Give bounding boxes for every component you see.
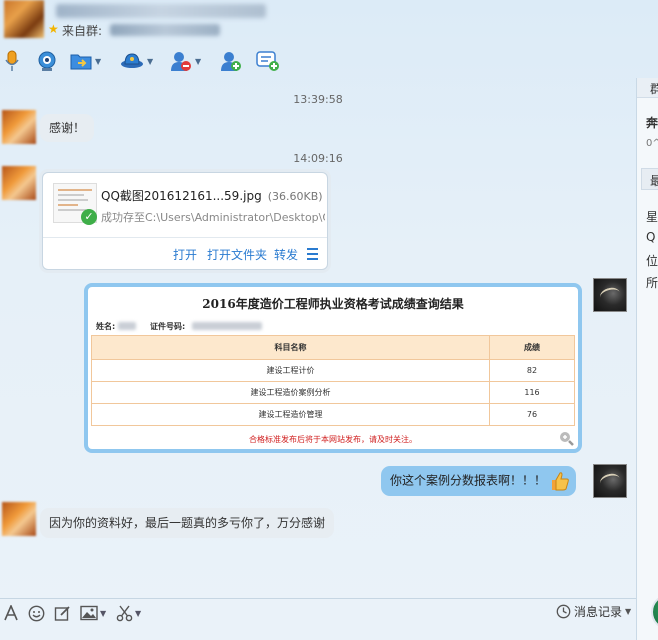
open-file-link[interactable]: 打开 bbox=[173, 246, 197, 263]
folder-icon bbox=[70, 54, 92, 70]
user-add-icon bbox=[221, 52, 241, 71]
message-add-icon bbox=[256, 51, 279, 71]
chat-toolbar: ▼ ▼ ▼ bbox=[0, 44, 300, 78]
add-member-button[interactable] bbox=[220, 50, 242, 72]
image-title: 2016年度造价工程师执业资格考试成绩查询结果 bbox=[202, 297, 464, 311]
file-size: (36.60KB) bbox=[267, 190, 323, 203]
side-panel-text: Q bbox=[646, 230, 656, 244]
image-note: 合格标准发布后将于本网站发布，请及时关注。 bbox=[249, 435, 417, 444]
divider bbox=[43, 237, 327, 238]
chevron-down-icon[interactable]: ▼ bbox=[147, 57, 153, 66]
table-cell: 建设工程造价管理 bbox=[91, 403, 490, 426]
video-call-button[interactable] bbox=[36, 50, 58, 72]
side-panel-tab[interactable]: 群 bbox=[637, 78, 658, 98]
floating-circle-button[interactable] bbox=[651, 594, 658, 630]
chevron-down-icon[interactable]: ▼ bbox=[625, 607, 631, 616]
group-side-panel: 群 奔 0^ 最 星 Q 位 所 bbox=[636, 78, 658, 640]
camera-icon bbox=[38, 51, 56, 71]
hat-icon bbox=[121, 53, 143, 68]
message-text: 你这个案例分数报表啊！！！ bbox=[390, 473, 547, 488]
table-cell: 116 bbox=[489, 381, 575, 404]
file-name: QQ截图201612161...59.jpg (36.60KB) bbox=[101, 187, 323, 204]
table-row: 建设工程计价 82 bbox=[91, 359, 575, 382]
table-cell: 建设工程计价 bbox=[91, 359, 490, 382]
message-bubble: 你这个案例分数报表啊！！！ bbox=[381, 466, 577, 496]
message-bubble: 因为你的资料好，最后一题真的多亏你了，万分感谢 bbox=[40, 508, 335, 538]
chevron-down-icon[interactable]: ▼ bbox=[195, 57, 201, 66]
table-cell: 建设工程造价案例分析 bbox=[91, 381, 490, 404]
my-avatar[interactable] bbox=[593, 278, 627, 312]
microphone-icon bbox=[5, 50, 19, 71]
screenshot-button[interactable]: ▼ bbox=[116, 603, 141, 623]
voice-call-button[interactable] bbox=[4, 50, 20, 72]
table-row: 建设工程造价管理 76 bbox=[91, 403, 575, 426]
timestamp: 14:09:16 bbox=[293, 152, 343, 165]
group-avatar[interactable] bbox=[4, 0, 44, 38]
chat-header: ★ 来自群: ▼ ▼ ▼ bbox=[0, 0, 658, 78]
name-blurred bbox=[118, 322, 136, 330]
side-panel-text: 位 bbox=[646, 254, 658, 268]
history-label: 消息记录 bbox=[574, 605, 623, 619]
chevron-down-icon[interactable]: ▼ bbox=[100, 609, 106, 618]
side-panel-text: 所 bbox=[646, 276, 658, 290]
send-file-button[interactable]: ▼ bbox=[70, 50, 101, 72]
font-icon bbox=[4, 605, 18, 621]
star-icon: ★ bbox=[48, 22, 59, 36]
sender-avatar[interactable] bbox=[2, 110, 36, 144]
score-table: 科目名称 成绩 建设工程计价 82 建设工程造价案例分析 116 建设工程造价管… bbox=[91, 335, 575, 426]
file-message-card[interactable]: ✓ QQ截图201612161...59.jpg (36.60KB) 成功存至C:… bbox=[42, 172, 328, 270]
group-apps-button[interactable] bbox=[256, 50, 280, 72]
sender-avatar[interactable] bbox=[2, 502, 36, 536]
my-avatar[interactable] bbox=[593, 464, 627, 498]
pencil-square-icon bbox=[54, 605, 70, 621]
image-button[interactable]: ▼ bbox=[80, 603, 106, 623]
edit-button[interactable] bbox=[54, 603, 71, 623]
input-toolbar: ▼ ▼ 消息记录 ▼ bbox=[0, 598, 636, 640]
file-save-status: 成功存至C:\Users\Administrator\Desktop\QQ... bbox=[101, 211, 325, 224]
font-button[interactable] bbox=[4, 603, 18, 623]
clock-icon bbox=[556, 604, 571, 619]
column-header: 科目名称 bbox=[91, 335, 490, 360]
file-name-text: QQ截图201612161...59.jpg bbox=[101, 189, 262, 203]
open-folder-link[interactable]: 打开文件夹 bbox=[207, 246, 267, 263]
side-panel-tab-label: 群 bbox=[650, 82, 658, 96]
source-prefix: 来自群: bbox=[62, 24, 103, 38]
side-panel-button-label: 最 bbox=[650, 174, 658, 188]
image-message[interactable]: 2016年度造价工程师执业资格考试成绩查询结果 姓名: 证件号码: 科目名称 成… bbox=[84, 283, 582, 453]
chevron-down-icon[interactable]: ▼ bbox=[95, 57, 101, 66]
id-blurred bbox=[192, 322, 262, 330]
more-menu-icon[interactable] bbox=[307, 248, 318, 263]
remove-member-button[interactable]: ▼ bbox=[170, 50, 201, 72]
remote-assist-button[interactable]: ▼ bbox=[120, 50, 153, 72]
column-header: 成绩 bbox=[489, 335, 575, 360]
side-panel-text: 0^ bbox=[646, 138, 658, 149]
source-group-blurred bbox=[110, 24, 220, 36]
side-panel-button[interactable]: 最 bbox=[641, 168, 658, 190]
table-cell: 76 bbox=[489, 403, 575, 426]
message-list[interactable]: 13:39:58 感谢！ 14:09:16 ✓ QQ截图201612161...… bbox=[0, 78, 636, 598]
side-panel-text: 奔 bbox=[646, 116, 658, 130]
sender-avatar[interactable] bbox=[2, 166, 36, 200]
id-label: 证件号码: bbox=[150, 322, 186, 331]
smiley-icon bbox=[28, 605, 45, 621]
message-bubble: 感谢！ bbox=[40, 114, 95, 142]
name-label: 姓名: bbox=[96, 322, 116, 331]
table-row: 建设工程造价案例分析 116 bbox=[91, 381, 575, 404]
user-remove-icon bbox=[171, 52, 191, 71]
message-history-button[interactable]: 消息记录 ▼ bbox=[556, 603, 631, 620]
zoom-in-icon[interactable] bbox=[558, 430, 574, 446]
chevron-down-icon[interactable]: ▼ bbox=[135, 609, 141, 618]
thumbs-up-icon bbox=[552, 472, 569, 491]
scissors-icon bbox=[116, 605, 133, 621]
side-panel-text: 星 bbox=[646, 210, 658, 224]
image-icon bbox=[80, 605, 98, 621]
check-icon: ✓ bbox=[81, 209, 97, 225]
forward-link[interactable]: 转发 bbox=[274, 246, 298, 263]
table-cell: 82 bbox=[489, 359, 575, 382]
timestamp: 13:39:58 bbox=[293, 93, 343, 106]
group-title-blurred bbox=[56, 4, 266, 18]
emoji-button[interactable] bbox=[28, 603, 45, 623]
